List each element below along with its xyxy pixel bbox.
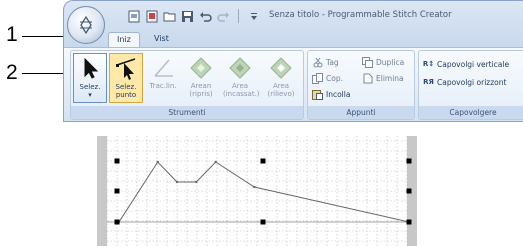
group-appunti: Tag Duplica Cop. Elimina Incolla Appunti [307,50,415,120]
cut-button[interactable]: Tag [312,55,339,69]
area-relief-label-line2: (rilievo) [267,90,295,98]
stitch-point [156,160,159,164]
delete-icon [362,73,373,84]
tab-vist[interactable]: Vist [146,32,177,47]
duplicate-icon [362,56,373,68]
select-point-button[interactable]: Selez. punto [109,53,143,103]
stitch-point [253,185,256,189]
area-sunken-button[interactable]: Area (incassat.) [223,53,260,103]
group-strumenti: Selez. ▾ Selez. punto Trac.lin. Arean (r… [70,50,304,120]
area-restore-icon [188,55,214,81]
area-relief-label-line1: Area [272,82,290,90]
selection-handle[interactable] [260,219,266,225]
cut-button-label: Tag [326,57,339,67]
tab-iniz[interactable]: Iniz [108,32,140,47]
area-sunken-icon [227,55,253,81]
selection-handle[interactable] [406,188,412,194]
selection-handle[interactable] [406,158,412,164]
area-restore-label-line1: Arean [190,82,212,90]
stitch-path [118,161,410,223]
stitch-canvas-svg[interactable] [97,136,417,246]
flip-vertical-button[interactable]: R↕ Capovolgi verticale [423,57,509,71]
flip-horizontal-label: Capovolgi orizzont [437,77,507,87]
area-relief-button[interactable]: Area (rilievo) [264,53,298,103]
toolbar-separator [238,9,239,23]
callout-number-2: 2 [6,61,18,84]
paste-icon [312,89,323,100]
redo-icon[interactable] [216,9,231,24]
quick-access-toolbar [112,7,261,25]
page: 1 2 Senza titolo - Programmable Stitch C… [0,0,523,246]
undo-icon[interactable] [198,9,213,24]
copy-icon [312,72,323,84]
stitch-point [175,180,179,184]
area-restore-label-line2: (ripris) [189,90,213,98]
selection-handle[interactable] [114,219,120,225]
template-file-icon[interactable] [144,9,159,24]
scissors-icon [312,57,323,68]
arrow-cursor-icon [77,56,103,82]
duplicate-button-label: Duplica [376,57,405,67]
selection-handle[interactable] [406,219,412,225]
area-relief-icon [268,55,294,81]
canvas-left-margin [97,136,107,246]
selection-handle[interactable] [114,188,120,194]
select-point-label-line1: Selez. [115,83,137,91]
area-restore-button[interactable]: Arean (ripris) [184,53,218,103]
delete-button[interactable]: Elimina [362,71,404,85]
flip-vertical-label: Capovolgi verticale [437,59,510,69]
ribbon-tab-row: Iniz Vist [64,29,523,47]
trace-line-icon [150,55,176,81]
group-capovolgere: R↕ Capovolgi verticale RЯ Capovolgi oriz… [418,50,523,120]
stitch-point [195,180,198,184]
application-menu-button[interactable] [67,6,105,44]
customize-toolbar-icon[interactable] [246,9,261,24]
copy-button[interactable]: Cop. [312,71,343,85]
window-title: Senza titolo - Programmable Stitch Creat… [269,10,452,20]
stitch-canvas[interactable] [97,136,417,246]
group-title-capovolgere: Capovolgere [419,106,523,119]
select-point-label-line2: punto [115,91,137,99]
group-title-appunti: Appunti [308,106,414,119]
new-file-icon[interactable] [126,9,141,24]
stitch-point [214,160,217,164]
duplicate-button[interactable]: Duplica [362,55,404,69]
ribbon: Selez. ▾ Selez. punto Trac.lin. Arean (r… [64,47,523,121]
flip-horizontal-button[interactable]: RЯ Capovolgi orizzont [423,75,506,89]
title-bar: Senza titolo - Programmable Stitch Creat… [64,1,523,31]
copy-button-label: Cop. [326,73,343,83]
delete-button-label: Elimina [376,73,404,83]
application-window: Senza titolo - Programmable Stitch Creat… [63,0,523,122]
chevron-down-icon: ▾ [88,91,92,99]
select-button-label: Selez. [79,83,101,91]
area-sunken-label-line1: Area [231,82,249,90]
save-icon[interactable] [180,9,195,24]
trace-line-button[interactable]: Trac.lin. [146,53,180,103]
flip-horizontal-icon: RЯ [423,78,434,86]
selection-handle[interactable] [114,158,120,164]
paste-button-label: Incolla [326,89,351,99]
group-title-strumenti: Strumenti [71,106,303,119]
callout-number-1: 1 [6,23,18,46]
area-sunken-label-line2: (incassat.) [223,90,260,98]
selection-handle[interactable] [260,158,266,164]
select-button[interactable]: Selez. ▾ [73,53,107,103]
trace-line-label: Trac.lin. [149,82,177,90]
open-folder-icon[interactable] [162,9,177,24]
flip-vertical-icon: R↕ [422,60,435,68]
stitch-logo-icon [80,15,92,35]
point-cursor-icon [113,56,139,82]
paste-button[interactable]: Incolla [312,87,350,101]
